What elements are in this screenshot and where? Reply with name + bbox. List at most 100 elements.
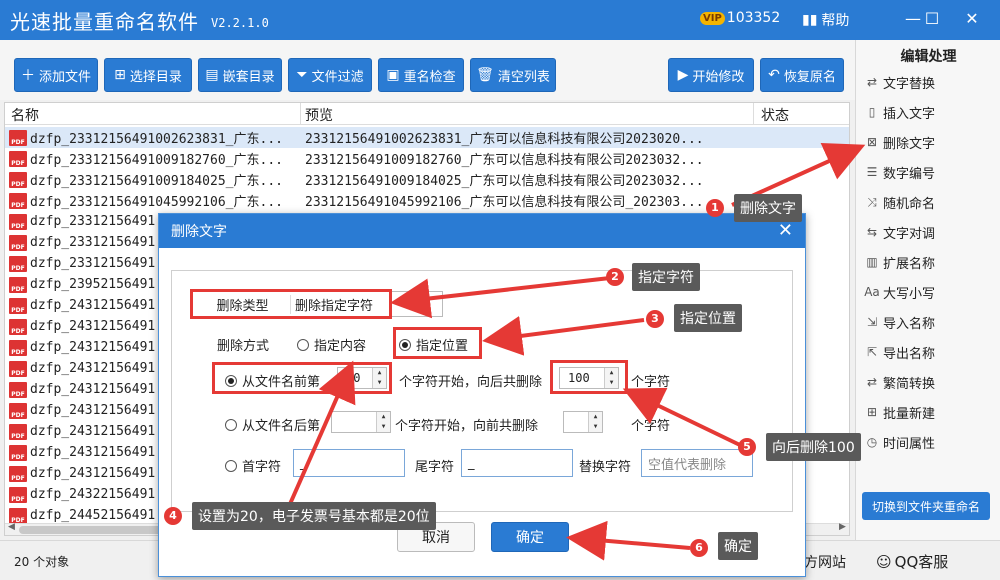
scroll-left-icon[interactable]: ◀ (8, 522, 15, 532)
panel-item-export[interactable]: ⇱ 导出名称 (864, 340, 935, 364)
first-char-input[interactable]: _ (293, 449, 405, 477)
export-icon: ⇱ (866, 345, 878, 359)
panel-item-label: 大写小写 (883, 286, 936, 302)
replace-char-input[interactable]: 空值代表删除 (641, 449, 753, 477)
column-name[interactable]: 名称 (11, 105, 39, 125)
step-badge-5: 5 (738, 438, 756, 456)
panel-item-replace[interactable]: ⇄ 文字替换 (864, 70, 935, 94)
file-filter-button[interactable]: ⏷ 文件过滤 (288, 58, 372, 92)
back-unit-label: 个字符 (631, 419, 671, 434)
app-title: 光速批量重命名软件 (10, 9, 199, 34)
panel-item-label: 文字替换 (883, 76, 936, 92)
back-count-stepper[interactable]: ▲ ▼ (563, 411, 603, 433)
pdf-icon: PDF (9, 129, 27, 146)
delete-mode-label: 删除方式 (217, 339, 270, 354)
panel-item-label: 文字对调 (883, 226, 936, 242)
app-version: V2.2.1.0 (211, 16, 269, 30)
stepper-arrows-icon[interactable]: ▲ ▼ (376, 412, 390, 432)
step-badge-3: 3 (646, 310, 664, 328)
pdf-icon: PDF (9, 213, 27, 230)
panel-item-random[interactable]: ⤨ 随机命名 (864, 190, 935, 214)
restore-name-label: 恢复原名 (783, 69, 836, 85)
vip-icon: VIP (700, 11, 725, 25)
pdf-icon: PDF (9, 255, 27, 272)
panel-item-delete[interactable]: ⊠ 删除文字 (864, 130, 935, 154)
pdf-icon: PDF (9, 444, 27, 461)
stepper-arrows-icon[interactable]: ▲ ▼ (588, 412, 602, 432)
start-modify-button[interactable]: ▶ 开始修改 (668, 58, 754, 92)
from-back-radio[interactable]: 从文件名后第 (225, 415, 320, 434)
column-status[interactable]: 状态 (761, 105, 789, 125)
rename-check-label: 重名检查 (403, 69, 456, 85)
column-preview[interactable]: 预览 (305, 105, 333, 125)
mode-content-radio[interactable]: 指定内容 (297, 335, 366, 354)
panel-item-number[interactable]: ☰ 数字编号 (864, 160, 935, 184)
insert-icon: ▯ (868, 105, 876, 119)
dialog-close-icon[interactable]: ✕ (778, 220, 793, 241)
file-preview: 23312156491002623831_广东可以信息科技有限公司2023020… (305, 132, 704, 147)
add-file-button[interactable]: ＋ 添加文件 (14, 58, 98, 92)
create-icon: ⊞ (866, 405, 878, 419)
ok-button[interactable]: 确定 (491, 522, 569, 552)
file-preview: 23312156491009184025_广东可以信息科技有限公司2023032… (305, 174, 704, 189)
step-badge-4: 4 (164, 507, 182, 525)
panel-item-swap[interactable]: ⇆ 文字对调 (864, 220, 935, 244)
last-char-label: 尾字符 (415, 460, 455, 475)
highlight-mode-position (393, 327, 482, 359)
help-button[interactable]: ▮▮ 帮助 (802, 10, 849, 30)
object-count: 20 个对象 (14, 555, 70, 569)
vip-number: 103352 (726, 10, 781, 26)
replace-icon: ⇄ (866, 75, 878, 89)
panel-item-insert[interactable]: ▯ 插入文字 (864, 100, 935, 124)
front-mid-label: 个字符开始，向后共删除 (399, 375, 543, 390)
close-icon[interactable]: ✕ (957, 6, 987, 32)
vip-info[interactable]: VIP 103352 (700, 10, 780, 26)
radio-icon (297, 338, 309, 351)
switch-folder-rename-button[interactable]: 切换到文件夹重命名 (862, 492, 990, 520)
column-divider (753, 103, 754, 125)
maximize-icon[interactable]: ☐ (917, 6, 947, 32)
pdf-icon: PDF (9, 360, 27, 377)
table-row[interactable]: PDF dzfp_23312156491002623831_广东... 233121… (5, 127, 849, 148)
select-dir-label: 选择目录 (129, 69, 182, 85)
pdf-icon: PDF (9, 486, 27, 503)
callout-specified-position: 指定位置 (674, 304, 742, 332)
panel-item-extension[interactable]: ▥ 扩展名称 (864, 250, 935, 274)
table-row[interactable]: PDF dzfp_23312156491009184025_广东... 233121… (5, 169, 849, 190)
radio-icon (225, 459, 237, 472)
delete-icon: ⊠ (866, 135, 878, 149)
pdf-icon: PDF (9, 402, 27, 419)
file-name: dzfp_23312156491009182760_广东... (30, 153, 283, 168)
restore-name-button[interactable]: ↶ 恢复原名 (760, 58, 844, 92)
scroll-right-icon[interactable]: ▶ (839, 522, 846, 532)
panel-item-create[interactable]: ⊞ 批量新建 (864, 400, 935, 424)
shuffle-icon: ⤨ (867, 194, 877, 209)
select-dir-button[interactable]: ⊞ 选择目录 (104, 58, 192, 92)
title-bar: 光速批量重命名软件 V2.2.1.0 VIP 103352 ▮▮ 帮助 — ☐ … (0, 0, 1000, 40)
panel-item-label: 批量新建 (883, 406, 936, 422)
callout-delete-text: 删除文字 (734, 194, 802, 222)
mode-content-label: 指定内容 (314, 339, 367, 354)
back-start-stepper[interactable]: ▲ ▼ (331, 411, 391, 433)
panel-item-label: 导入名称 (883, 316, 936, 332)
panel-item-time[interactable]: ◷ 时间属性 (864, 430, 935, 454)
first-char-radio[interactable]: 首字符 (225, 456, 281, 475)
panel-item-case[interactable]: Aa 大写小写 (864, 280, 935, 304)
radio-icon (225, 418, 237, 431)
rename-check-button[interactable]: ▣ 重名检查 (378, 58, 464, 92)
panel-item-convert[interactable]: ⇄ 繁简转换 (864, 370, 935, 394)
file-name: dzfp_23312156491009184025_广东... (30, 174, 283, 189)
pdf-icon: PDF (9, 297, 27, 314)
import-icon: ⇲ (866, 315, 878, 329)
panel-item-import[interactable]: ⇲ 导入名称 (864, 310, 935, 334)
trash-icon: 🗑 (476, 67, 494, 83)
qq-support-link[interactable]: ☺ QQ客服 (876, 551, 948, 572)
table-row[interactable]: PDF dzfp_23312156491009182760_广东... 233121… (5, 148, 849, 169)
nested-dir-button[interactable]: ▤ 嵌套目录 (198, 58, 282, 92)
replace-char-label: 替换字符 (579, 460, 632, 475)
edit-panel-title: 编辑处理 (900, 49, 957, 65)
clear-list-button[interactable]: 🗑 清空列表 (470, 58, 556, 92)
last-char-input[interactable]: _ (461, 449, 573, 477)
file-preview: 23312156491009182760_广东可以信息科技有限公司2023032… (305, 153, 704, 168)
extension-icon: ▥ (866, 255, 878, 269)
